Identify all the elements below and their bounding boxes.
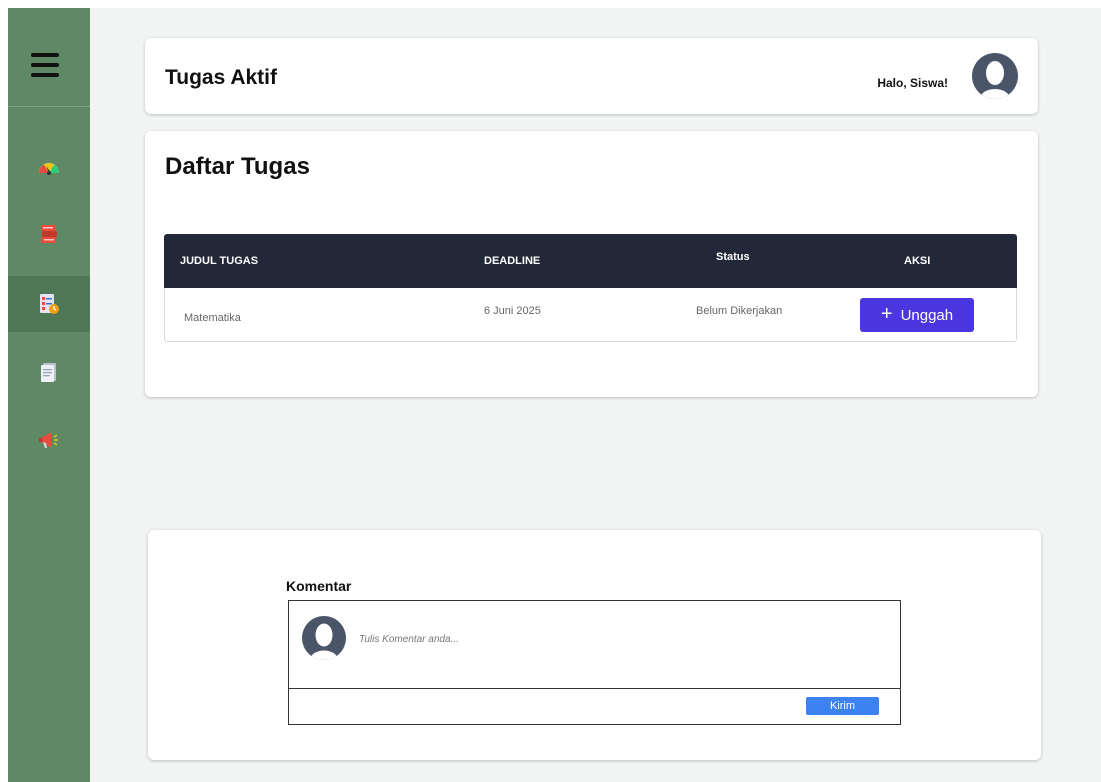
app-frame: Tugas Aktif Halo, Siswa! Daftar Tugas JU… bbox=[8, 8, 1101, 782]
dashboard-gauge-icon bbox=[39, 163, 59, 175]
megaphone-icon bbox=[39, 432, 58, 448]
books-icon bbox=[41, 225, 57, 243]
task-status-cell: Belum Dikerjakan bbox=[696, 305, 783, 317]
upload-button-label: Unggah bbox=[900, 306, 954, 324]
table-row: Matematika 6 Juni 2025 Belum Dikerjakan … bbox=[164, 288, 1017, 342]
commenter-avatar bbox=[302, 616, 346, 660]
task-deadline-cell: 6 Juni 2025 bbox=[484, 305, 541, 317]
sidebar bbox=[8, 8, 90, 782]
comment-title: Komentar bbox=[286, 578, 352, 594]
task-list-card: Daftar Tugas JUDUL TUGAS DEADLINE Status… bbox=[145, 131, 1038, 397]
sidebar-item-documents[interactable] bbox=[8, 344, 90, 400]
user-avatar-icon bbox=[980, 61, 1010, 99]
sidebar-item-dashboard[interactable] bbox=[8, 139, 90, 195]
column-header-action: AKSI bbox=[904, 255, 931, 267]
sidebar-item-tasks[interactable] bbox=[8, 276, 90, 332]
column-header-status: Status bbox=[716, 251, 750, 263]
comment-box: Kirim bbox=[288, 600, 901, 725]
document-icon bbox=[41, 363, 56, 382]
menu-icon[interactable] bbox=[29, 50, 67, 80]
sidebar-item-books[interactable] bbox=[8, 206, 90, 262]
column-header-title: JUDUL TUGAS bbox=[180, 255, 259, 267]
comment-card: Komentar Kirim bbox=[148, 530, 1041, 760]
task-table: JUDUL TUGAS DEADLINE Status AKSI Matemat… bbox=[164, 234, 1017, 342]
user-greeting: Halo, Siswa! bbox=[877, 76, 948, 90]
user-avatar-icon bbox=[310, 623, 338, 660]
task-list-title: Daftar Tugas bbox=[165, 153, 310, 180]
user-avatar[interactable] bbox=[972, 53, 1018, 99]
plus-icon: + bbox=[880, 303, 893, 325]
task-title-cell: Matematika bbox=[184, 312, 241, 324]
page-title: Tugas Aktif bbox=[165, 66, 278, 89]
column-header-deadline: DEADLINE bbox=[484, 255, 541, 267]
header-card: Tugas Aktif Halo, Siswa! bbox=[145, 38, 1038, 114]
upload-button[interactable]: + Unggah bbox=[860, 298, 974, 332]
sidebar-item-announcements[interactable] bbox=[8, 412, 90, 468]
comment-divider bbox=[289, 688, 900, 689]
comment-input[interactable] bbox=[359, 629, 859, 649]
send-button[interactable]: Kirim bbox=[806, 697, 879, 715]
table-header: JUDUL TUGAS DEADLINE Status AKSI bbox=[164, 234, 1017, 288]
sidebar-divider bbox=[8, 106, 90, 107]
task-list-icon bbox=[40, 294, 59, 314]
